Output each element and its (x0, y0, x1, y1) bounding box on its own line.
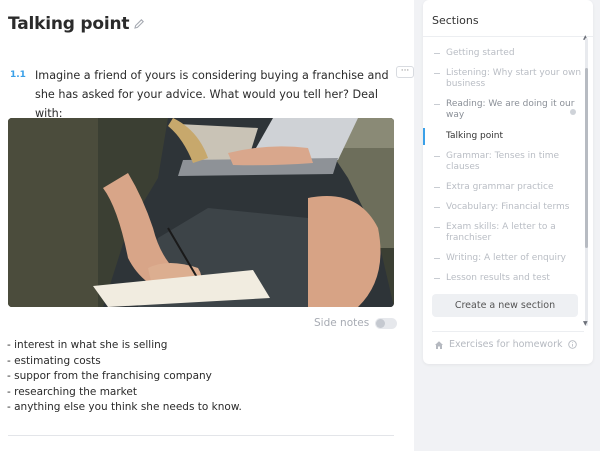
toggle-knob (376, 318, 386, 328)
sidebar-item-label: Reading: We are doing it our way (446, 99, 575, 120)
task-instructions: Imagine a friend of yours is considering… (35, 69, 389, 120)
sidebar-item-label: Exam skills: A letter to a franchiser (446, 222, 556, 243)
dash-icon (434, 53, 440, 54)
sidebar-item-label: Extra grammar practice (446, 182, 554, 192)
lesson-content: Talking point 1.1 Imagine a friend of yo… (0, 0, 414, 451)
sidebar-item-label: Grammar: Tenses in time clauses (446, 151, 560, 172)
scroll-down-icon[interactable]: ▼ (583, 320, 588, 327)
task-photo (8, 118, 394, 307)
create-section-button[interactable]: Create a new section (432, 294, 578, 317)
homework-link[interactable]: Exercises for homework (434, 339, 577, 350)
sidebar-item-grammar[interactable]: Grammar: Tenses in time clauses (423, 151, 587, 173)
divider (8, 435, 394, 436)
homework-label: Exercises for homework (449, 339, 563, 350)
task-number: 1.1 (10, 70, 26, 80)
divider (432, 331, 584, 332)
sidebar-item-label: Lesson results and test (446, 273, 550, 283)
sidebar-item-lesson-results[interactable]: Lesson results and test (423, 273, 587, 284)
info-icon[interactable] (567, 340, 577, 349)
sidebar-item-label: Listening: Why start your own business (446, 68, 582, 89)
sidebar-scrollbar[interactable]: ▲ ▼ (583, 8, 589, 328)
list-item: - interest in what she is selling (7, 339, 168, 351)
side-notes-label: Side notes (314, 317, 370, 329)
sidebar-item-label: Talking point (446, 131, 503, 141)
dash-icon (434, 73, 440, 74)
title-row: Talking point (8, 14, 145, 34)
sidebar-item-label: Writing: A letter of enquiry (446, 253, 566, 263)
section-list: Getting started Listening: Why start you… (423, 48, 587, 284)
dash-icon (434, 104, 440, 105)
list-item: - anything else you think she needs to k… (7, 401, 242, 414)
dash-icon (434, 258, 440, 259)
sidebar-item-reading[interactable]: Reading: We are doing it our way (423, 99, 587, 121)
list-item: - estimating costs (7, 354, 101, 367)
active-indicator (423, 128, 425, 145)
toggle-switch[interactable] (375, 317, 398, 329)
list-item: - researching the market (7, 385, 137, 398)
pencil-icon[interactable] (133, 18, 145, 30)
sidebar-item-label: Getting started (446, 48, 515, 58)
sidebar-item-extra-grammar[interactable]: Extra grammar practice (423, 182, 587, 193)
sidebar-item-getting-started[interactable]: Getting started (423, 48, 587, 59)
page-title: Talking point (8, 14, 130, 34)
side-notes-toggle[interactable]: Side notes (314, 317, 398, 329)
sidebar-title: Sections (432, 14, 479, 27)
bullet-list: - interest in what she is selling - esti… (7, 338, 242, 416)
dash-icon (434, 207, 440, 208)
home-icon (435, 340, 443, 349)
sidebar-item-listening[interactable]: Listening: Why start your own business (423, 68, 587, 90)
divider (423, 36, 593, 37)
sidebar-item-exam-skills[interactable]: Exam skills: A letter to a franchiser (423, 222, 587, 244)
more-icon[interactable]: ··· (396, 66, 414, 78)
dash-icon (434, 156, 440, 157)
sidebar-item-label: Vocabulary: Financial terms (446, 202, 570, 212)
sidebar-item-writing[interactable]: Writing: A letter of enquiry (423, 253, 587, 264)
list-item: - suppor from the franchising company (7, 370, 212, 383)
dash-icon (434, 278, 440, 279)
sidebar-item-vocabulary[interactable]: Vocabulary: Financial terms (423, 202, 587, 213)
scroll-thumb[interactable] (585, 68, 588, 248)
dash-icon (434, 187, 440, 188)
status-dot-icon (570, 109, 576, 115)
sidebar-item-talking-point[interactable]: Talking point (423, 128, 587, 145)
dash-icon (434, 227, 440, 228)
